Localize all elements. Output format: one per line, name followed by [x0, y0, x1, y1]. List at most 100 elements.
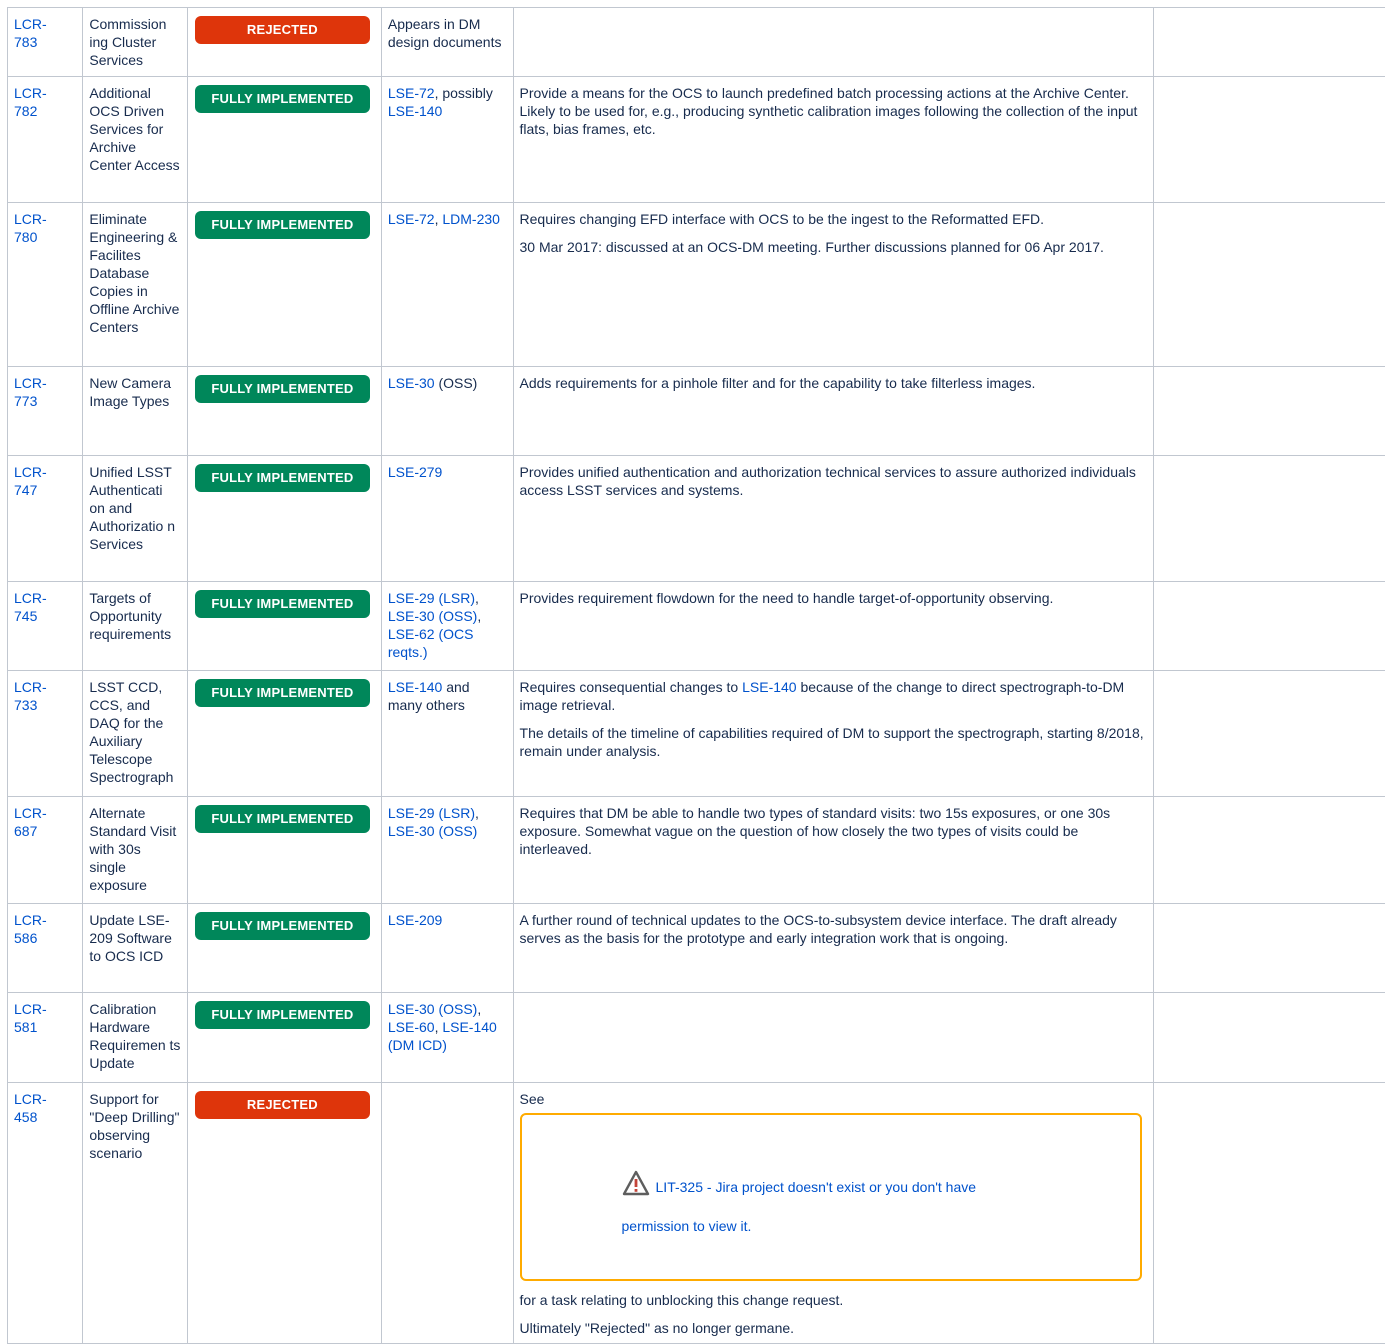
lcr-id-cell: LCR-458 [8, 1083, 83, 1344]
lcr-title-cell: Commission ing Cluster Services [83, 8, 188, 77]
notes-cell [1153, 203, 1385, 367]
description-cell: Provides unified authentication and auth… [513, 456, 1153, 582]
lcr-title: Additional OCS Driven Services for Archi… [89, 85, 179, 173]
lcr-title-cell: LSST CCD, CCS, and DAQ for the Auxiliary… [83, 671, 188, 797]
doc-link[interactable]: LSE-30 (OSS) [388, 823, 477, 839]
doc-link[interactable]: LSE-72 [388, 211, 435, 227]
description-paragraph: Requires changing EFD interface with OCS… [520, 210, 1147, 228]
lcr-link[interactable]: LCR-783 [14, 16, 47, 50]
docs-cell: LSE-72, possibly LSE-140 [381, 77, 513, 203]
lcr-title-cell: Additional OCS Driven Services for Archi… [83, 77, 188, 203]
description-paragraph: for a task relating to unblocking this c… [520, 1291, 1147, 1309]
description-cell: Requires changing EFD interface with OCS… [513, 203, 1153, 367]
description-paragraph: Ultimately "Rejected" as no longer germa… [520, 1319, 1147, 1337]
lcr-id-cell: LCR-780 [8, 203, 83, 367]
table-row: LCR-581 Calibration Hardware Requiremen t… [8, 993, 1385, 1083]
jira-line: LIT-325 - Jira project doesn't exist or … [622, 1170, 977, 1196]
doc-text: (OSS) [435, 375, 478, 391]
jira-issue-link[interactable]: LIT-325 [656, 1179, 703, 1195]
table-row: LCR-687Alternate Standard Visit with 30s… [8, 797, 1385, 904]
see-text: See [520, 1090, 1147, 1108]
doc-text: , [475, 590, 479, 606]
doc-text: , [477, 1001, 481, 1017]
doc-link[interactable]: LDM-230 [442, 211, 500, 227]
doc-link[interactable]: LSE-140 [388, 103, 442, 119]
lcr-title-cell: Unified LSST Authenticati on and Authori… [83, 456, 188, 582]
table-row: LCR-780 Eliminate Engineering & Facilites… [8, 203, 1385, 367]
lcr-id-cell: LCR-733 [8, 671, 83, 797]
table-row: LCR-783 Commission ing Cluster Services RE… [8, 8, 1385, 77]
lcr-link[interactable]: LCR-747 [14, 464, 47, 498]
doc-link[interactable]: LSE-29 (LSR) [388, 590, 475, 606]
lcr-id-cell: LCR-586 [8, 904, 83, 993]
status-badge: FULLY IMPLEMENTED [195, 679, 370, 707]
description-cell: Adds requirements for a pinhole filter a… [513, 367, 1153, 456]
doc-link[interactable]: LSE-30 (OSS) [388, 1001, 477, 1017]
table-row: LCR-782 Additional OCS Driven Services fo… [8, 77, 1385, 203]
status-cell: FULLY IMPLEMENTED [187, 993, 381, 1083]
doc-link[interactable]: LSE-72 [388, 85, 435, 101]
status-cell: FULLY IMPLEMENTED [187, 456, 381, 582]
lcr-title: Targets of Opportunity requirements [89, 590, 171, 642]
lcr-title-cell: Targets of Opportunity requirements [83, 582, 188, 671]
doc-link[interactable]: LSE-140 [388, 679, 442, 695]
description-paragraph: Requires consequential changes to LSE-14… [520, 678, 1147, 714]
notes-cell [1153, 1083, 1385, 1344]
notes-cell [1153, 797, 1385, 904]
status-badge: FULLY IMPLEMENTED [195, 211, 370, 239]
lcr-title-cell: Support for "Deep Drilling" observing sc… [83, 1083, 188, 1344]
lcr-title: Eliminate Engineering & Facilites Databa… [89, 211, 179, 335]
jira-error-text-2: permission to view it. [622, 1217, 752, 1235]
doc-link[interactable]: LSE-29 (LSR) [388, 805, 475, 821]
docs-cell: LSE-29 (LSR), LSE-30 (OSS) [381, 797, 513, 904]
lcr-link[interactable]: LCR-773 [14, 375, 47, 409]
doc-link[interactable]: LSE-209 [388, 912, 442, 928]
description-paragraph: Provides unified authentication and auth… [520, 463, 1147, 499]
description-paragraph: Adds requirements for a pinhole filter a… [520, 374, 1147, 392]
docs-cell: Appears in DM design documents [381, 8, 513, 77]
docs-cell: LSE-209 [381, 904, 513, 993]
lcr-id-cell: LCR-747 [8, 456, 83, 582]
description-cell: Provide a means for the OCS to launch pr… [513, 77, 1153, 203]
lcr-id-cell: LCR-687 [8, 797, 83, 904]
lcr-title: New Camera Image Types [89, 375, 171, 409]
status-cell: FULLY IMPLEMENTED [187, 203, 381, 367]
doc-link[interactable]: LSE-60 [388, 1019, 435, 1035]
status-badge: REJECTED [195, 16, 370, 44]
doc-link[interactable]: LSE-279 [388, 464, 442, 480]
doc-link[interactable]: LSE-140 [742, 679, 796, 695]
status-cell: REJECTED [187, 1083, 381, 1344]
lcr-link[interactable]: LCR-458 [14, 1091, 47, 1125]
doc-link[interactable]: LSE-62 (OCS reqts.) [388, 626, 474, 660]
lcr-link[interactable]: LCR-782 [14, 85, 47, 119]
change-request-table: LCR-783 Commission ing Cluster Services RE… [7, 7, 1385, 1344]
description-cell: A further round of technical updates to … [513, 904, 1153, 993]
lcr-link[interactable]: LCR-780 [14, 211, 47, 245]
table-row: LCR-733 LSST CCD, CCS, and DAQ for the Au… [8, 671, 1385, 797]
lcr-link[interactable]: LCR-745 [14, 590, 47, 624]
lcr-link[interactable]: LCR-586 [14, 912, 47, 946]
doc-text: , [477, 608, 481, 624]
docs-cell: LSE-140 and many others [381, 671, 513, 797]
status-cell: FULLY IMPLEMENTED [187, 367, 381, 456]
lcr-link[interactable]: LCR-581 [14, 1001, 47, 1035]
lcr-title: Calibration Hardware Requiremen ts Updat… [89, 1001, 180, 1071]
docs-cell [381, 1083, 513, 1344]
doc-link[interactable]: LSE-30 [388, 375, 435, 391]
description-paragraph: Provide a means for the OCS to launch pr… [520, 84, 1147, 138]
status-badge: FULLY IMPLEMENTED [195, 805, 370, 833]
status-badge: FULLY IMPLEMENTED [195, 912, 370, 940]
status-cell: REJECTED [187, 8, 381, 77]
doc-link[interactable]: LSE-30 (OSS) [388, 608, 477, 624]
notes-cell [1153, 582, 1385, 671]
lcr-title: Commission ing Cluster Services [89, 16, 166, 68]
lcr-link[interactable]: LCR-687 [14, 805, 47, 839]
jira-issue-macro: LIT-325 - Jira project doesn't exist or … [520, 1113, 1142, 1281]
lcr-title-cell: Update LSE-209 Software to OCS ICD [83, 904, 188, 993]
docs-cell: LSE-30 (OSS), LSE-60, LSE-140 (DM ICD) [381, 993, 513, 1083]
status-cell: FULLY IMPLEMENTED [187, 797, 381, 904]
lcr-link[interactable]: LCR-733 [14, 679, 47, 713]
lcr-id-cell: LCR-783 [8, 8, 83, 77]
doc-text: Appears in DM design documents [388, 16, 502, 50]
description-paragraph: 30 Mar 2017: discussed at an OCS-DM meet… [520, 238, 1147, 256]
